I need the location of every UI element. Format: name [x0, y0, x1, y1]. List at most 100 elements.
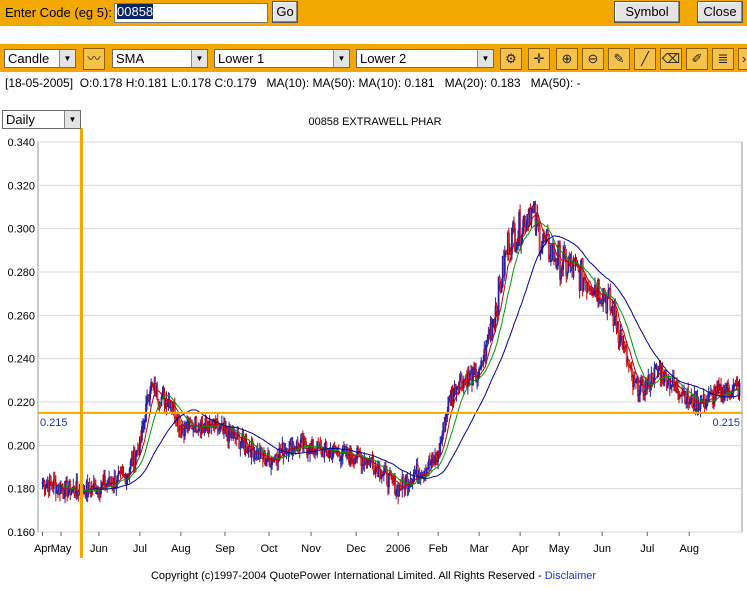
candle-body: [195, 416, 198, 432]
candle-body: [672, 377, 675, 385]
candle-body: [623, 341, 626, 348]
candle-body: [691, 395, 694, 408]
x-tick-label: Jun: [90, 543, 108, 555]
candle-body: [538, 225, 541, 254]
ohlc-info-line: [18-05-2005] O:0.178 H:0.181 L:0.178 C:0…: [5, 76, 581, 90]
candle-body: [521, 233, 524, 244]
x-tick-label: Sep: [215, 543, 235, 555]
chart-type-select[interactable]: Candle ▼: [4, 49, 76, 68]
x-tick-label: May: [51, 543, 72, 555]
candle-body: [634, 378, 636, 383]
candle-body: [67, 489, 70, 497]
symbol-button[interactable]: Symbol: [614, 1, 680, 23]
candle-body: [432, 454, 434, 459]
chart-title: 00858 EXTRAWELL PHAR: [308, 116, 441, 128]
close-button[interactable]: Close: [697, 1, 743, 23]
x-tick-label: Nov: [301, 543, 321, 555]
candle-body: [452, 391, 455, 401]
candle-body: [703, 394, 706, 408]
candle-body: [630, 368, 633, 377]
x-tick-label: Dec: [346, 543, 366, 555]
candle-body: [331, 453, 334, 460]
candle-body: [239, 442, 242, 449]
candle-body: [447, 396, 450, 413]
lower2-value: Lower 2: [360, 51, 407, 66]
candle-body: [639, 385, 641, 395]
disclaimer-link[interactable]: Disclaimer: [545, 570, 596, 582]
draw-trend-icon[interactable]: 〰: [83, 48, 105, 70]
code-input[interactable]: 00858: [114, 3, 268, 23]
chevron-down-icon: ▼: [333, 50, 349, 67]
stack-icon[interactable]: ≣: [712, 48, 734, 70]
candle-body: [606, 296, 609, 314]
candle-body: [73, 486, 76, 495]
x-tick-label: Aug: [171, 543, 191, 555]
candle-body: [649, 384, 652, 390]
candle-body: [460, 375, 463, 384]
candle-body: [589, 289, 592, 294]
price-level-label-left: 0.215: [40, 417, 68, 429]
more-icon[interactable]: ›: [738, 48, 747, 70]
x-tick-label: Apr: [34, 543, 51, 555]
candle-body: [340, 455, 343, 461]
line-icon[interactable]: ╱: [634, 48, 656, 70]
candle-body: [326, 448, 329, 455]
candle-body: [516, 242, 518, 250]
candle-body: [560, 268, 563, 280]
candle-body: [386, 469, 388, 484]
crosshair-icon[interactable]: ✛: [528, 48, 550, 70]
overlay-select[interactable]: SMA ▼: [112, 49, 208, 68]
candle-body: [614, 300, 617, 317]
y-tick-label: 0.180: [7, 484, 35, 496]
zoom-in-icon[interactable]: ⊕: [556, 48, 578, 70]
lower1-select[interactable]: Lower 1 ▼: [214, 49, 350, 68]
candle-body: [498, 276, 501, 285]
candle-body: [395, 489, 398, 495]
candle-body: [584, 279, 587, 284]
go-button[interactable]: Go: [272, 1, 298, 23]
candle-body: [445, 413, 448, 419]
candle-body: [541, 241, 544, 248]
candle-body: [546, 230, 549, 235]
y-tick-label: 0.340: [7, 137, 35, 149]
code-value: 00858: [117, 4, 154, 19]
candle-body: [439, 442, 442, 456]
settings-icon[interactable]: ⚙: [500, 48, 522, 70]
eraser-icon[interactable]: ⌫: [660, 48, 682, 70]
candle-body: [579, 264, 582, 291]
candle-body: [577, 266, 580, 272]
candle-body: [731, 392, 734, 396]
top-bar: Enter Code (eg 5): 00858 Go Symbol Close: [0, 0, 747, 26]
candle-body: [364, 458, 367, 463]
pencil-icon[interactable]: ✎: [608, 48, 630, 70]
candle-body: [170, 401, 173, 408]
candle-body: [689, 398, 692, 405]
candle-body: [491, 321, 494, 339]
period-select[interactable]: Daily ▼: [2, 110, 81, 129]
y-tick-label: 0.320: [7, 180, 35, 192]
edit-icon[interactable]: ✐: [686, 48, 708, 70]
candle-body: [500, 286, 503, 292]
candle-body: [522, 219, 525, 235]
candle-body: [547, 233, 550, 259]
price-chart[interactable]: 00858 EXTRAWELL PHAR 0.340 0.320 0.300 0.280…: [0, 110, 747, 570]
candle-body: [566, 271, 569, 277]
lower2-select[interactable]: Lower 2 ▼: [356, 49, 494, 68]
candle-body: [70, 490, 73, 496]
period-value: Daily: [6, 112, 35, 127]
x-tick-label: Aug: [679, 543, 699, 555]
candle-body: [485, 340, 488, 357]
candle-body: [625, 347, 628, 362]
candle-body: [507, 232, 510, 254]
candle-body: [593, 291, 595, 296]
chevron-down-icon: ▼: [59, 50, 75, 67]
candle-body: [380, 474, 383, 479]
x-tick-label: 2006: [386, 543, 410, 555]
x-tick-label: Jul: [640, 543, 654, 555]
candle-body: [620, 330, 623, 337]
candle-body: [296, 441, 299, 447]
candle-body: [699, 400, 702, 410]
candle-body: [129, 461, 132, 470]
zoom-out-icon[interactable]: ⊖: [582, 48, 604, 70]
candle-body: [209, 419, 212, 425]
